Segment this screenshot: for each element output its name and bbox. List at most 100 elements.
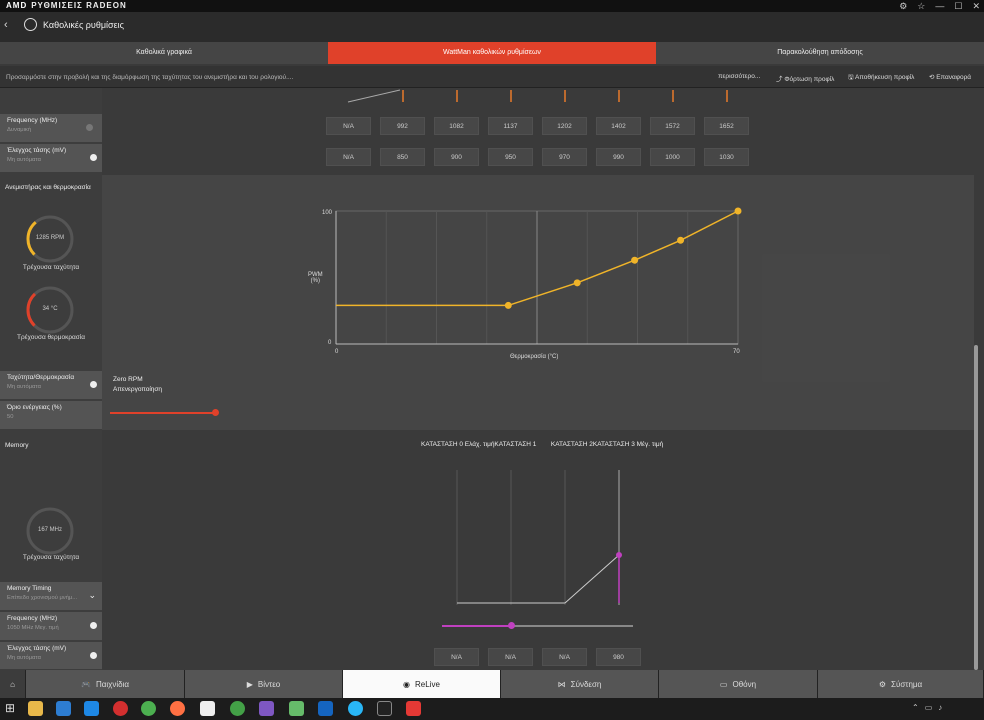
volt-cell[interactable]: 970 [542,148,587,166]
sidebar-mem-freq[interactable]: Frequency (MHz) 1050 MHz Μεγ. τιμή [0,612,102,641]
freq-cell[interactable]: 1402 [596,117,641,135]
toolbar-description: Προσαρμόστε στην προβολή και της διαμόρφ… [6,74,294,81]
page-title: Καθολικές ρυθμίσεις [43,20,124,30]
nav-video[interactable]: ▶ Βίντεο [185,670,343,698]
freq-cell[interactable]: 1652 [704,117,749,135]
scrollbar[interactable] [974,345,978,670]
windows-start-icon[interactable]: ⊞ [5,701,15,715]
app-icon[interactable] [289,701,304,716]
more-link[interactable]: περισσότερο... [718,73,760,80]
mem-state-cell[interactable]: N/A [488,648,533,666]
fan-temp-toggle[interactable] [90,381,97,388]
volt-cell[interactable]: 950 [488,148,533,166]
save-profile-button[interactable]: 🖫 Αποθήκευση προφίλ [848,73,914,84]
fan-curve-point[interactable] [573,279,581,287]
fan-curve-point[interactable] [734,207,742,215]
fan-curve-point[interactable] [504,301,512,309]
volt-cell[interactable]: 1030 [704,148,749,166]
nav-video-label: Βίντεο [257,679,281,689]
store-icon[interactable] [56,701,71,716]
nav-display[interactable]: ▭ Οθόνη [659,670,818,698]
tab-global-graphics[interactable]: Καθολικά γραφικά [0,42,328,64]
star-icon[interactable]: ☆ [917,1,925,12]
chrome-icon[interactable] [141,701,156,716]
share-icon: ⋈ [557,679,566,689]
mem-value: 167 MHz [37,527,62,533]
freq-cell[interactable]: 1202 [542,117,587,135]
nav-system[interactable]: ⚙ Σύστημα [818,670,984,698]
fan-temp-label: Ταχύτητα/Θερμοκρασία [7,374,75,381]
mem-state-cell[interactable]: 980 [596,648,641,666]
steam-icon[interactable] [318,701,333,716]
rpm-label: Τρέχουσα ταχύτητα [22,264,80,271]
fan-chart-xlabel: Θερμοκρασία (°C) [510,354,559,360]
freq-toggle[interactable] [86,124,93,131]
nav-gaming[interactable]: 🎮 Παιχνίδια [26,670,185,698]
settings-icon[interactable]: ⚙ [899,1,907,12]
tray-icons[interactable]: ⌃▭♪ [912,703,948,712]
mem-volt-toggle[interactable] [90,652,97,659]
timing-value: Επίπεδο χρονισμού μνήμ... [7,595,78,601]
nav-connect[interactable]: ⋈ Σύνδεση [501,670,659,698]
close-button[interactable]: ✕ [972,1,980,12]
chevron-down-icon[interactable]: ⌄ [88,590,96,601]
back-arrow-icon[interactable]: ‹ [4,19,8,31]
mem-state-point[interactable] [616,552,622,558]
sidebar-timing[interactable]: Memory Timing Επίπεδο χρονισμού μνήμ... … [0,582,102,611]
reset-label: Επαναφορά [936,74,972,81]
maximize-button[interactable]: ☐ [954,1,962,12]
freq-cell[interactable]: 992 [380,117,425,135]
power-slider-handle[interactable] [212,409,219,416]
mem-state-cell[interactable]: N/A [434,648,479,666]
nav-gaming-label: Παιχνίδια [95,679,129,689]
nav-relive-label: ReLive [415,679,440,689]
mem-freq-toggle[interactable] [90,622,97,629]
nav-relive[interactable]: ◉ ReLive [343,670,501,698]
save-profile-label: Αποθήκευση προφίλ [855,74,915,81]
app-brand: AMD ΡΥΘΜΙΣΕΙΣ RADEON [6,0,127,12]
app-icon[interactable] [348,701,363,716]
volt-cell[interactable]: 1000 [650,148,695,166]
volt-cell[interactable]: 850 [380,148,425,166]
volt-cell[interactable]: 990 [596,148,641,166]
radeon-icon[interactable] [406,701,421,716]
tab-wattman[interactable]: WattMan καθολικών ρυθμίσεων [328,42,656,64]
volt-toggle[interactable] [90,154,97,161]
load-profile-button[interactable]: ⤴ Φόρτωση προφίλ [776,73,834,83]
mem-state-cell[interactable]: N/A [542,648,587,666]
bottom-nav: ⌂ 🎮 Παιχνίδια ▶ Βίντεο ◉ ReLive ⋈ Σύνδεση ▭ Ο… [0,670,984,698]
explorer-icon[interactable] [28,701,43,716]
sidebar-mem-volt[interactable]: Έλεγχος τάσης (mV) Μη αυτόματα [0,642,102,670]
utorrent-icon[interactable] [230,701,245,716]
volt-cell[interactable]: N/A [326,148,371,166]
epic-icon[interactable] [377,701,392,716]
freq-cell[interactable]: 1572 [650,117,695,135]
minimize-button[interactable]: — [935,1,944,11]
tab-performance[interactable]: Παρακολούθηση απόδοσης [656,42,984,64]
zero-rpm-value[interactable]: Απενεργοποίηση [113,386,162,393]
reset-button[interactable]: ⟲ Επαναφορά [929,73,971,81]
mem-slider-handle[interactable] [508,622,515,629]
firefox-icon[interactable] [170,701,185,716]
fan-curve-point[interactable] [631,256,639,264]
mail-icon[interactable] [200,701,215,716]
opera-icon[interactable] [113,701,128,716]
fan-curve-chart[interactable] [300,205,760,365]
sidebar-freq[interactable]: Frequency (MHz) Δυναμική [0,114,102,143]
fan-curve-point[interactable] [677,236,685,244]
home-icon[interactable]: ⌂ [0,670,26,698]
mem-state-chart[interactable] [440,465,640,610]
app-icon[interactable] [259,701,274,716]
freq-cell[interactable]: 1082 [434,117,479,135]
power-slider-track[interactable] [110,412,216,414]
mem-slider-fill[interactable] [442,625,512,627]
freq-cell[interactable]: N/A [326,117,371,135]
volt-cell[interactable]: 900 [434,148,479,166]
sidebar-volt[interactable]: Έλεγχος τάσης (mV) Μη αυτόματα [0,144,102,173]
mem-slider-track[interactable] [512,625,633,627]
freq-cell[interactable]: 1137 [488,117,533,135]
sidebar-fan-temp[interactable]: Ταχύτητα/Θερμοκρασία Μη αυτόματα [0,371,102,400]
sidebar-power[interactable]: Όριο ενέργειας (%) 50 [0,401,102,430]
edge-icon[interactable] [84,701,99,716]
fan-chart-ymin: 0 [328,340,332,346]
